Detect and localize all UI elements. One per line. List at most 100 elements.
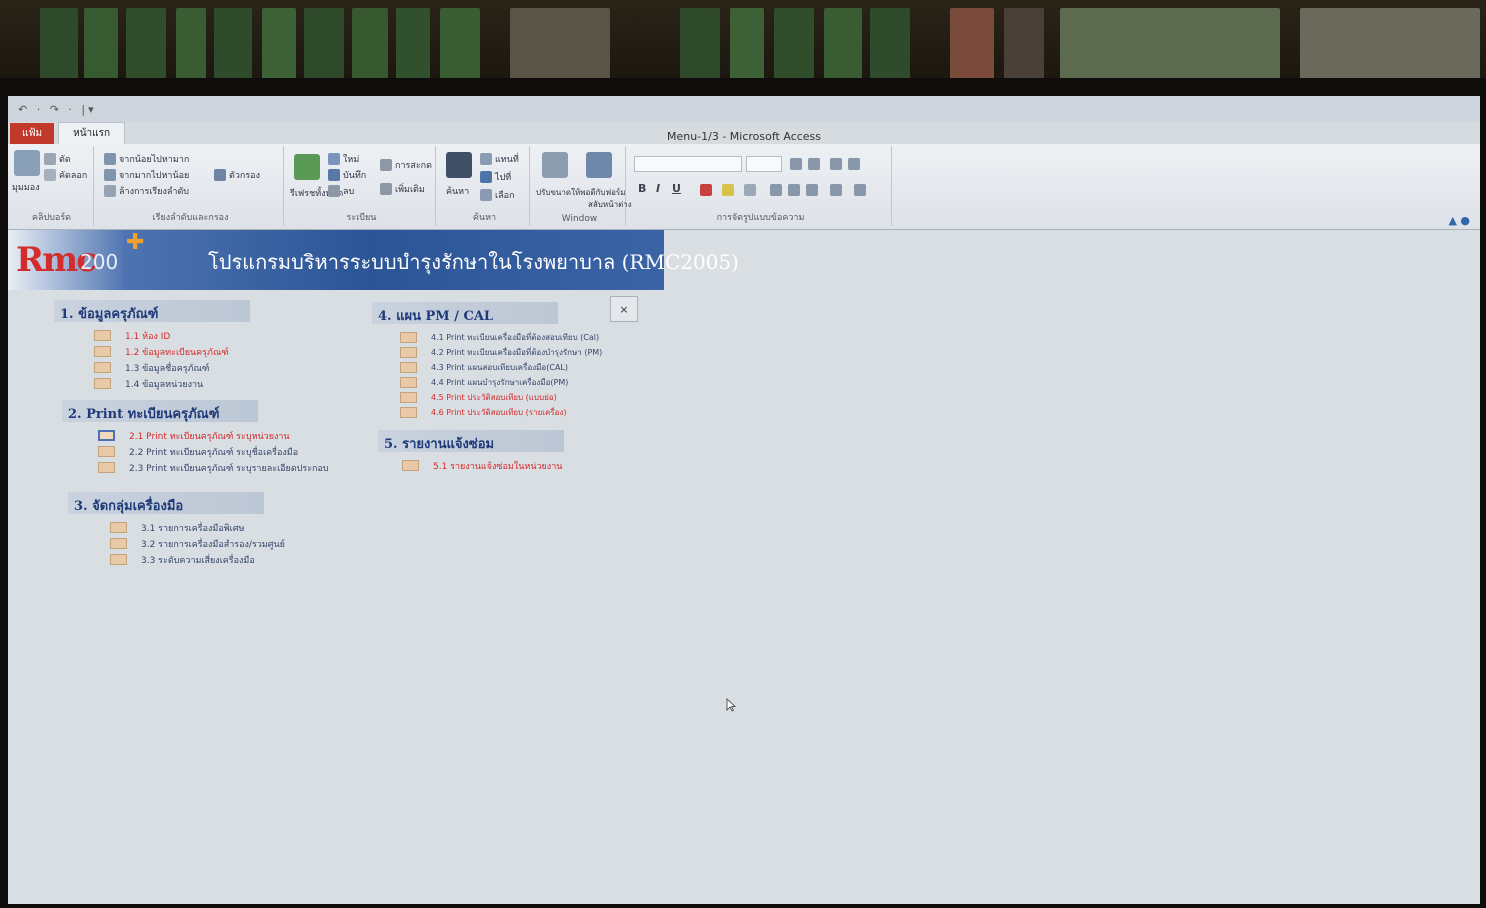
tab-home[interactable]: หน้าแรก <box>58 122 126 144</box>
goto-button[interactable]: ไปที่ <box>480 170 511 184</box>
remove-sort-button[interactable]: ล้างการเรียงลำดับ <box>104 184 189 198</box>
sort-asc-icon <box>104 153 116 165</box>
menu-button[interactable] <box>400 346 417 358</box>
menu-button[interactable] <box>94 362 111 373</box>
rmc-logo-year: 200 <box>80 250 119 274</box>
menu-button[interactable] <box>110 538 127 549</box>
delete-icon <box>328 185 340 197</box>
section-title: 2. Print ทะเบียนครุภัณฑ์ <box>62 400 258 422</box>
background-bookshelf <box>0 0 1486 90</box>
bullets-icon[interactable] <box>790 158 802 170</box>
switch-window-button[interactable]: สลับหน้าต่าง <box>588 198 632 211</box>
menu-button[interactable] <box>94 346 111 357</box>
menu-button[interactable] <box>402 460 419 471</box>
fit-form-icon[interactable] <box>542 152 568 178</box>
indent-icon[interactable] <box>830 158 842 170</box>
menu-button[interactable] <box>98 446 115 457</box>
menu-item[interactable]: 3.2 รายการเครื่องมือสำรอง/รวมศูนย์ <box>110 536 285 551</box>
quick-access-toolbar[interactable]: ↶ · ↷ · |▾ <box>8 103 97 116</box>
more-button[interactable]: เพิ่มเติม <box>380 182 425 196</box>
switch-window-icon[interactable] <box>586 152 612 178</box>
menu-button[interactable] <box>400 391 417 403</box>
delete-record-button[interactable]: ลบ <box>328 184 354 198</box>
menu-item-label: 4.5 Print ประวัติสอบเทียบ (แบบย่อ) <box>431 392 557 402</box>
highlight-icon[interactable] <box>722 184 734 196</box>
menu-item[interactable]: 4.4 Print แผนบำรุงรักษาเครื่องมือ(PM) <box>400 375 602 389</box>
align-center-icon[interactable] <box>788 184 800 196</box>
menu-button[interactable] <box>400 361 417 373</box>
menu-item[interactable]: 1.3 ข้อมูลชื่อครุภัณฑ์ <box>94 360 250 375</box>
alt-row-color-icon[interactable] <box>854 184 866 196</box>
help-icon[interactable]: ▲ ● <box>1448 214 1470 227</box>
section-equipment-data: 1. ข้อมูลครุภัณฑ์ 1.1 ห้อง ID 1.2 ข้อมูล… <box>54 300 250 392</box>
menu-item[interactable]: 2.1 Print ทะเบียนครุภัณฑ์ ระบุหน่วยงาน <box>98 428 329 443</box>
menu-button[interactable] <box>110 522 127 533</box>
new-icon <box>328 153 340 165</box>
gridlines-icon[interactable] <box>830 184 842 196</box>
group-label-window: Window <box>561 214 598 224</box>
group-label-text-format: การจัดรูปแบบข้อความ <box>716 213 805 223</box>
font-size-combo[interactable] <box>746 156 782 172</box>
refresh-icon[interactable] <box>294 154 320 180</box>
select-button[interactable]: เลือก <box>480 188 514 202</box>
sort-ascending-button[interactable]: จากน้อยไปหามาก <box>104 152 189 166</box>
align-right-icon[interactable] <box>806 184 818 196</box>
numbering-icon[interactable] <box>808 158 820 170</box>
menu-button[interactable] <box>400 376 417 388</box>
tab-file[interactable]: แฟ้ม <box>10 123 55 144</box>
menu-item[interactable]: 2.2 Print ทะเบียนครุภัณฑ์ ระบุชื่อเครื่อ… <box>98 444 329 459</box>
menu-item[interactable]: 1.1 ห้อง ID <box>94 328 250 343</box>
menu-item[interactable]: 4.5 Print ประวัติสอบเทียบ (แบบย่อ) <box>400 390 602 404</box>
menu-button[interactable] <box>94 378 111 389</box>
menu-item[interactable]: 2.3 Print ทะเบียนครุภัณฑ์ ระบุรายละเอียด… <box>98 460 329 475</box>
section-title: 5. รายงานแจ้งซ่อม <box>378 430 564 452</box>
ribbon-group-sort-filter: จากน้อยไปหามาก จากมากไปหาน้อย ล้างการเรี… <box>98 146 284 226</box>
menu-item-label: 1.3 ข้อมูลชื่อครุภัณฑ์ <box>125 363 210 374</box>
main-menu-form: Rmc 200 ✚ โปรแกรมบริหารระบบบำรุงรักษาในโ… <box>8 230 1480 904</box>
menu-button[interactable] <box>98 462 115 473</box>
menu-item[interactable]: 4.6 Print ประวัติสอบเทียบ (รายเครื่อง) <box>400 405 602 419</box>
spelling-button[interactable]: การสะกด <box>380 158 432 172</box>
section-repair-report: 5. รายงานแจ้งซ่อม 5.1 รายงานแจ้งซ่อมในหน… <box>378 430 564 474</box>
menu-item-label: 3.3 ระดับความเสี่ยงเครื่องมือ <box>141 555 255 566</box>
menu-item-label: 4.4 Print แผนบำรุงรักษาเครื่องมือ(PM) <box>431 377 569 387</box>
menu-button[interactable] <box>400 331 417 343</box>
ribbon-group-find: ค้นหา แทนที่ ไปที่ เลือก ค้นหา <box>440 146 530 226</box>
menu-item[interactable]: 3.3 ระดับความเสี่ยงเครื่องมือ <box>110 552 285 567</box>
find-button[interactable]: ค้นหา <box>446 184 469 198</box>
binoculars-icon[interactable] <box>446 152 472 178</box>
menu-item-label: 1.2 ข้อมูลทะเบียนครุภัณฑ์ <box>125 347 229 358</box>
menu-button[interactable] <box>94 330 111 341</box>
new-record-button[interactable]: ใหม่ <box>328 152 359 166</box>
bold-button[interactable]: B <box>638 182 646 195</box>
menu-button[interactable] <box>400 406 417 418</box>
copy-button[interactable]: คัดลอก <box>44 168 87 182</box>
menu-button[interactable] <box>98 430 115 441</box>
menu-item[interactable]: 4.2 Print ทะเบียนเครื่องมือที่ต้องบำรุงร… <box>400 345 602 359</box>
ribbon-tabs: แฟ้ม หน้าแรก <box>8 122 1480 144</box>
italic-button[interactable]: I <box>656 182 660 195</box>
align-left-icon[interactable] <box>770 184 782 196</box>
view-icon[interactable] <box>14 150 40 176</box>
replace-button[interactable]: แทนที่ <box>480 152 519 166</box>
save-record-button[interactable]: บันทึก <box>328 168 366 182</box>
menu-item[interactable]: 1.4 ข้อมูลหน่วยงาน <box>94 376 250 391</box>
cut-button[interactable]: ตัด <box>44 152 71 166</box>
outdent-icon[interactable] <box>848 158 860 170</box>
underline-button[interactable]: U <box>672 182 681 195</box>
menu-item[interactable]: 1.2 ข้อมูลทะเบียนครุภัณฑ์ <box>94 344 250 359</box>
fill-color-icon[interactable] <box>744 184 756 196</box>
font-color-icon[interactable] <box>700 184 712 196</box>
menu-item[interactable]: 4.3 Print แผนสอบเทียบเครื่องมือ(CAL) <box>400 360 602 374</box>
menu-item[interactable]: 3.1 รายการเครื่องมือพิเศษ <box>110 520 285 535</box>
filter-button[interactable]: ตัวกรอง <box>214 168 260 182</box>
font-name-combo[interactable] <box>634 156 742 172</box>
menu-button[interactable] <box>110 554 127 565</box>
menu-item[interactable]: 4.1 Print ทะเบียนเครื่องมือที่ต้องสอบเที… <box>400 330 602 344</box>
menu-item[interactable]: 5.1 รายงานแจ้งซ่อมในหน่วยงาน <box>402 458 564 473</box>
view-button[interactable]: มุมมอง <box>12 180 40 194</box>
ribbon-group-window: ปรับขนาดให้พอดีกับฟอร์ม สลับหน้าต่าง Win… <box>534 146 632 226</box>
close-form-button[interactable]: × <box>610 296 638 322</box>
scissors-icon <box>44 153 56 165</box>
sort-descending-button[interactable]: จากมากไปหาน้อย <box>104 168 189 182</box>
